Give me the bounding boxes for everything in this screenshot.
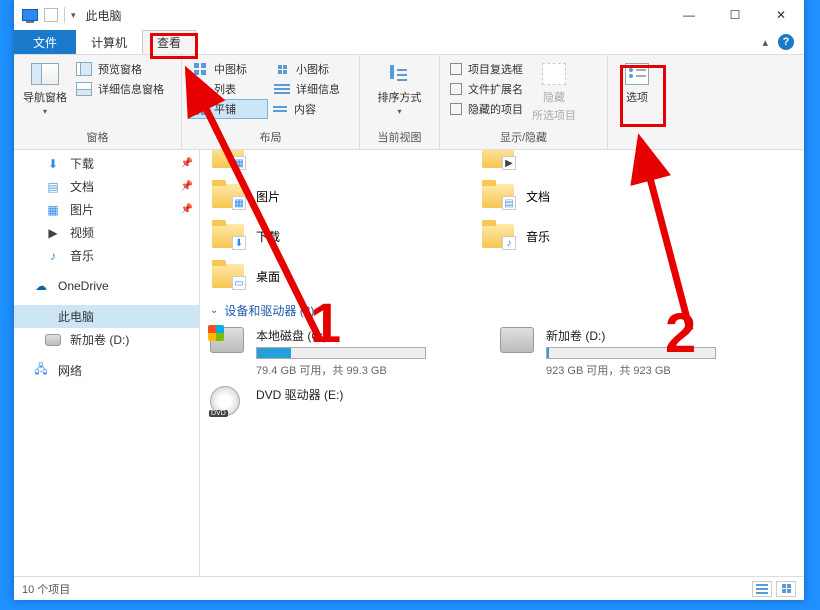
sidebar-music-label: 音乐 (70, 247, 94, 264)
qat-dropdown-icon[interactable]: ▾ (71, 10, 76, 21)
checkbox-icon (450, 63, 462, 75)
pc-icon (22, 9, 38, 21)
hidden-label: 隐藏的项目 (468, 101, 523, 117)
drive-e[interactable]: DVD 驱动器 (E:) (210, 382, 460, 422)
group-showhide-label: 显示/隐藏 (440, 127, 607, 149)
view-details-button[interactable] (752, 581, 772, 597)
window-controls: — ☐ ✕ (666, 0, 804, 30)
maximize-button[interactable]: ☐ (712, 0, 758, 30)
sort-label: 排序方式 (378, 89, 422, 105)
qat-blank-icon[interactable] (44, 8, 58, 22)
sidebar-videos-label: 视频 (70, 224, 94, 241)
chk-label: 项目复选框 (468, 61, 523, 77)
nav-pane-label: 导航窗格 (23, 89, 67, 105)
close-button[interactable]: ✕ (758, 0, 804, 30)
view-large-button[interactable] (776, 581, 796, 597)
checkbox-icon (450, 83, 462, 95)
group-panes: 导航窗格 ▾ 预览窗格 详细信息窗格 窗格 (14, 55, 182, 149)
hide-selected-button[interactable]: 隐藏 所选项目 (529, 59, 579, 125)
checkbox-icon (450, 103, 462, 115)
separator (64, 7, 65, 23)
network-icon: 🖧 (32, 363, 50, 379)
sidebar-onedrive-label: OneDrive (58, 279, 109, 293)
details-pane-button[interactable]: 详细信息窗格 (72, 79, 168, 99)
annotation-arrow-2 (610, 130, 730, 350)
folder-icon: ▤ (482, 184, 514, 208)
pc-icon (32, 309, 50, 325)
sidebar-downloads-label: 下载 (70, 155, 94, 172)
tile-documents-label: 文档 (526, 188, 550, 205)
ext-label: 文件扩展名 (468, 81, 523, 97)
details-pane-icon (76, 82, 92, 96)
sort-icon (387, 63, 413, 85)
preview-pane-button[interactable]: 预览窗格 (72, 59, 168, 79)
drive-d-sub: 923 GB 可用，共 923 GB (546, 362, 750, 378)
options-icon (625, 63, 649, 85)
document-icon: ▤ (44, 179, 62, 195)
drive-e-name: DVD 驱动器 (E:) (256, 386, 460, 403)
ribbon-help: ▴ ? (752, 30, 804, 54)
group-currentview: 排序方式 ▾ 当前视图 (360, 55, 440, 149)
drive-c-sub: 79.4 GB 可用，共 99.3 GB (256, 362, 460, 378)
title-bar: ▾ 此电脑 — ☐ ✕ (14, 0, 804, 30)
ribbon-tabs: 文件 计算机 查看 ▴ ? (14, 30, 804, 55)
annotation-arrow-1 (170, 60, 350, 360)
dvd-icon (210, 386, 240, 416)
help-icon[interactable]: ? (778, 34, 794, 50)
videos-icon: ▶ (44, 225, 62, 241)
chevron-down-icon: ▾ (43, 107, 47, 116)
folder-icon: ♪ (482, 224, 514, 248)
options-label: 选项 (626, 89, 648, 105)
hide-label-2: 所选项目 (532, 107, 576, 123)
sidebar-item-network[interactable]: 🖧 网络 (14, 359, 199, 382)
onedrive-icon: ☁ (32, 278, 50, 294)
list-view-icon (756, 584, 768, 594)
preview-pane-icon (76, 62, 92, 76)
collapse-ribbon-icon[interactable]: ▴ (762, 36, 768, 49)
drive-d-icon (500, 327, 534, 353)
nav-pane-icon (31, 63, 59, 85)
disk-icon (44, 332, 62, 348)
window-title: 此电脑 (86, 7, 122, 24)
options-button[interactable]: 选项 (614, 59, 660, 107)
sidebar-thispc-label: 此电脑 (58, 308, 94, 325)
sort-button[interactable]: 排序方式 ▾ (375, 59, 425, 118)
minimize-button[interactable]: — (666, 0, 712, 30)
pictures-icon: ▦ (44, 202, 62, 218)
sidebar-network-label: 网络 (58, 362, 82, 379)
group-currentview-label: 当前视图 (360, 127, 439, 149)
sidebar-pictures-label: 图片 (70, 201, 94, 218)
details-pane-label: 详细信息窗格 (98, 81, 164, 97)
tab-view[interactable]: 查看 (142, 30, 196, 54)
hidden-items-toggle[interactable]: 隐藏的项目 (446, 99, 527, 119)
file-extensions-toggle[interactable]: 文件扩展名 (446, 79, 527, 99)
download-icon: ⬇ (44, 156, 62, 172)
status-bar: 10 个项目 (14, 576, 804, 600)
sidebar-documents-label: 文档 (70, 178, 94, 195)
group-panes-label: 窗格 (14, 127, 181, 149)
music-icon: ♪ (44, 248, 62, 264)
tile-label (526, 150, 529, 163)
nav-pane-button[interactable]: 导航窗格 ▾ (20, 59, 70, 118)
hide-icon (542, 63, 566, 85)
tab-computer[interactable]: 计算机 (76, 30, 142, 54)
tab-file[interactable]: 文件 (14, 30, 76, 54)
folder-icon: ▶ (482, 150, 514, 168)
tile-music-label: 音乐 (526, 228, 550, 245)
hide-label-1: 隐藏 (543, 89, 565, 105)
chevron-down-icon: ▾ (397, 107, 401, 116)
status-text: 10 个项目 (22, 581, 70, 597)
preview-pane-label: 预览窗格 (98, 61, 142, 77)
sidebar-newvol-label: 新加卷 (D:) (70, 331, 129, 348)
item-checkboxes-toggle[interactable]: 项目复选框 (446, 59, 527, 79)
group-showhide: 项目复选框 文件扩展名 隐藏的项目 隐藏 所选项目 显示/隐藏 (440, 55, 608, 149)
grid-view-icon (782, 584, 791, 593)
